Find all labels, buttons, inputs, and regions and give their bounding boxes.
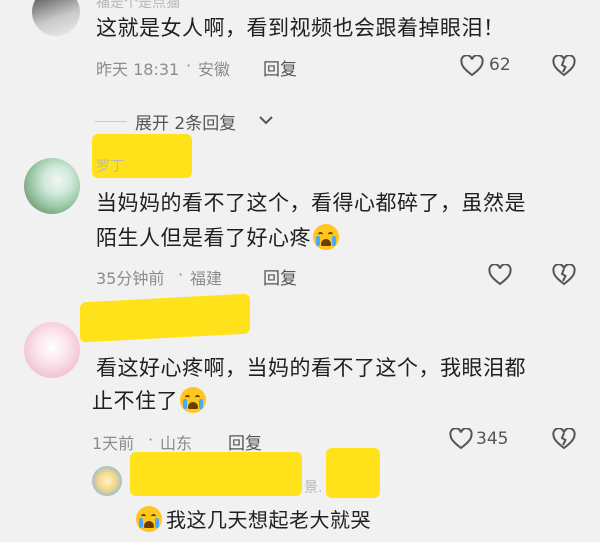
dislike-icon[interactable] <box>552 55 576 77</box>
comment-text: 这就是女人啊，看到视频也会跟着掉眼泪！ <box>96 16 505 40</box>
reply-text: 我这几天想起老大就哭 <box>136 504 371 537</box>
reply-button[interactable]: 回复 <box>228 429 262 454</box>
comment-text-line: 止不住了 <box>92 389 178 413</box>
dislike-icon[interactable] <box>552 428 576 450</box>
heart-icon[interactable] <box>449 428 473 450</box>
separator-dot: · <box>148 430 154 449</box>
chevron-down-icon[interactable] <box>258 113 274 127</box>
username[interactable]: 福是个是点猫 <box>96 0 180 12</box>
comment-time: 昨天 18:31 <box>96 60 180 79</box>
avatar[interactable] <box>92 466 122 496</box>
crying-emoji-icon <box>313 224 339 250</box>
reply-button[interactable]: 回复 <box>263 55 297 80</box>
heart-icon[interactable] <box>460 55 484 77</box>
username[interactable]: 罗丁 <box>96 156 124 176</box>
avatar[interactable] <box>24 158 80 214</box>
redaction-highlight <box>80 293 250 343</box>
like-count: 345 <box>476 429 509 449</box>
heart-icon[interactable] <box>488 264 512 286</box>
reply-button[interactable]: 回复 <box>263 264 297 289</box>
dislike-icon[interactable] <box>552 264 576 286</box>
redaction-highlight <box>326 448 380 498</box>
separator-dot: · <box>178 265 184 284</box>
comment-text: 看这好心疼啊，当妈的看不了这个，我眼泪都 <box>96 356 526 380</box>
avatar[interactable] <box>24 322 80 378</box>
comment-text: 当妈妈的看不了这个，看得心都碎了，虽然是 <box>96 191 526 215</box>
divider <box>95 121 127 122</box>
reply-text-content: 我这几天想起老大就哭 <box>166 508 371 532</box>
username[interactable]: 景. <box>304 477 322 497</box>
comment-location: 安徽 <box>198 60 231 79</box>
comment-time: 35分钟前 <box>96 269 165 288</box>
comment-text: 止不住了 <box>92 385 206 418</box>
avatar[interactable] <box>32 0 80 36</box>
crying-emoji-icon <box>136 506 162 532</box>
crying-emoji-icon <box>180 387 206 413</box>
redaction-highlight <box>130 452 302 496</box>
comment-location: 山东 <box>160 434 193 453</box>
like-count: 62 <box>489 55 511 75</box>
comment-location: 福建 <box>190 269 223 288</box>
expand-replies-button[interactable]: 展开 2条回复 <box>135 109 236 134</box>
comment-time: 1天前 <box>92 434 135 453</box>
separator-dot: · <box>186 56 192 75</box>
comment-text: 陌生人但是看了好心疼 <box>96 222 339 255</box>
comment-text-line: 陌生人但是看了好心疼 <box>96 226 311 250</box>
